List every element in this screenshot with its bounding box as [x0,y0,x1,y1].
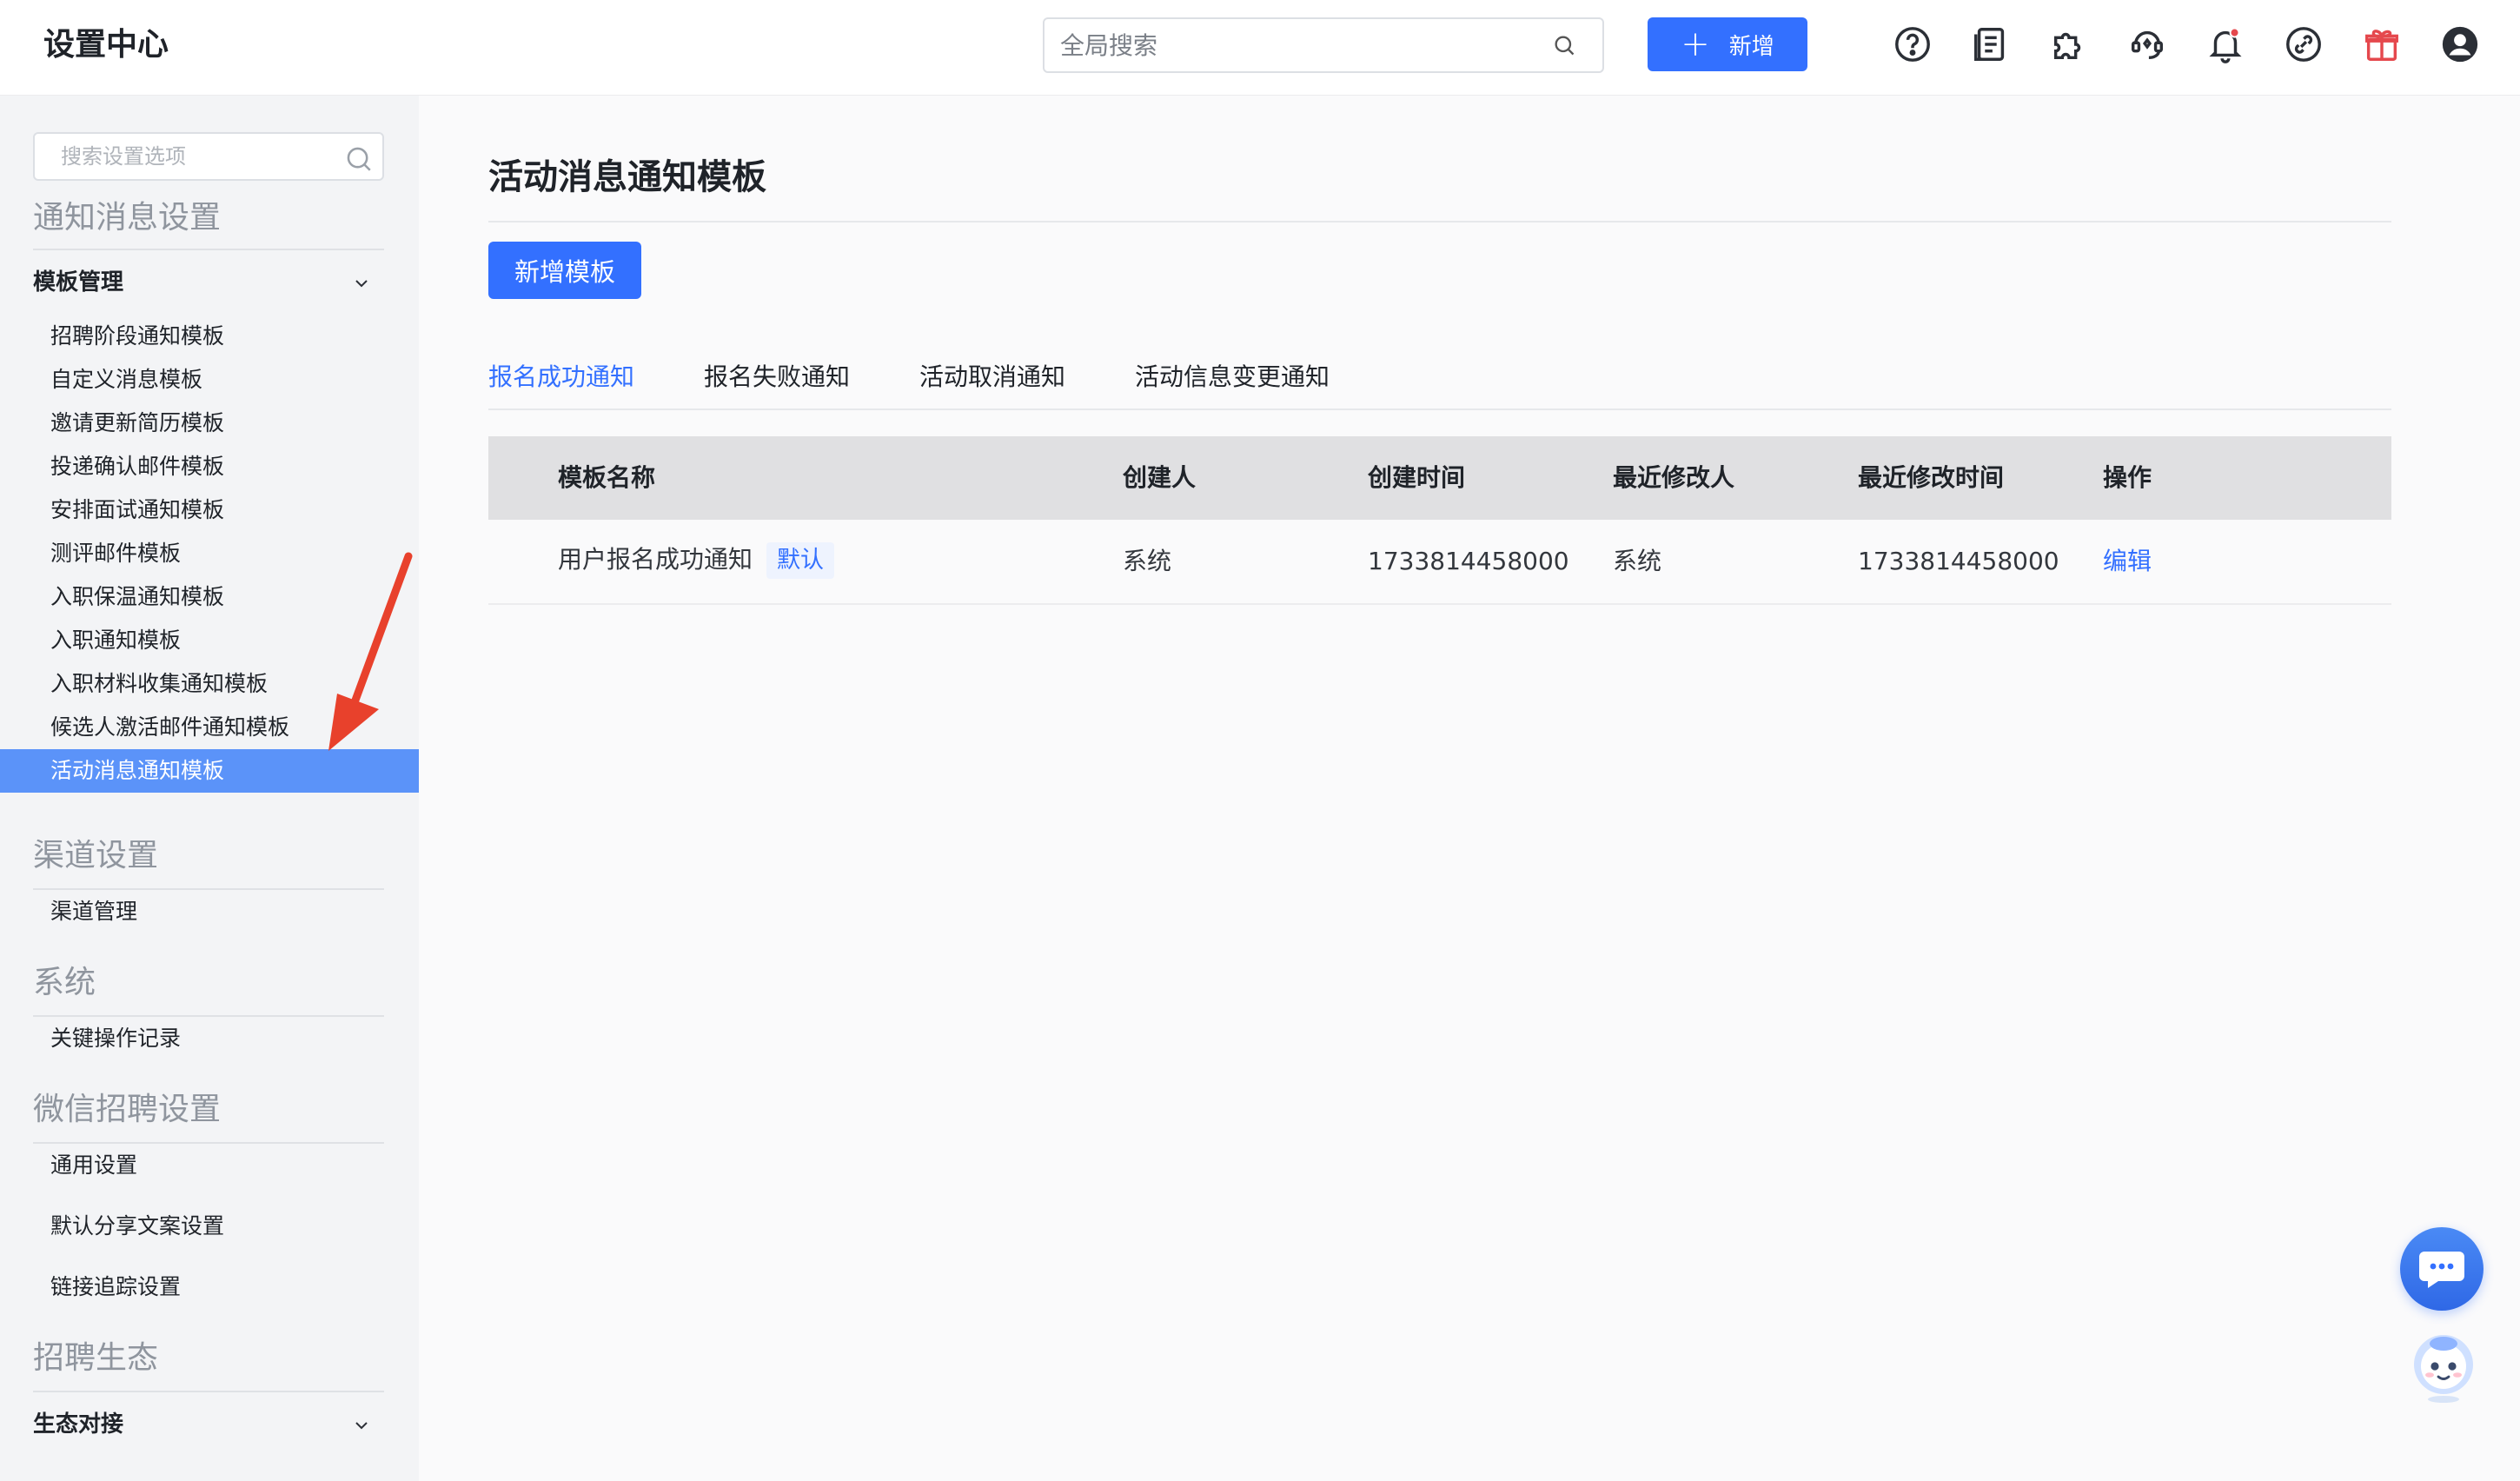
column-header-modifier: 最近修改人 [1613,463,1735,492]
chat-bubble-icon [2419,1252,2464,1288]
chevron-down-icon [355,1422,368,1430]
default-badge: 默认 [766,542,835,579]
divider [488,221,2391,222]
sidebar-item-recruit-stage[interactable]: 招聘阶段通知模板 [0,315,419,358]
column-header-creator: 创建人 [1123,463,1197,492]
user-avatar-icon[interactable] [2438,23,2482,66]
add-new-button[interactable]: + 新增 [1648,17,1807,71]
template-management-label: 模板管理 [33,269,124,296]
global-search-box[interactable] [1043,17,1604,73]
ecosystem-integration-toggle[interactable]: 生态对接 [33,1403,384,1446]
add-new-label: 新增 [1728,33,1774,60]
group-title-system: 系统 [33,965,96,1000]
group-title-channel: 渠道设置 [33,838,159,873]
column-header-action: 操作 [2103,463,2152,492]
divider [33,249,384,250]
annotation-arrow-icon [328,552,413,751]
tab-signup-failure[interactable]: 报名失败通知 [704,353,850,402]
group-title-wechat: 微信招聘设置 [33,1092,222,1127]
sidebar-item-update-resume[interactable]: 邀请更新简历模板 [0,402,419,445]
template-management-toggle[interactable]: 模板管理 [33,261,384,304]
group-title-ecosystem: 招聘生态 [33,1340,159,1376]
puzzle-icon[interactable] [2047,23,2091,66]
app-title: 设置中心 [43,27,169,63]
sidebar-item-key-operation-log[interactable]: 关键操作记录 [0,1017,419,1060]
tab-activity-change[interactable]: 活动信息变更通知 [1135,353,1330,402]
column-header-modified-at: 最近修改时间 [1858,463,2005,492]
cell-modified-at: 1733814458000 [1858,547,2059,575]
sidebar-item-general-settings[interactable]: 通用设置 [0,1144,419,1187]
table-header: 模板名称 创建人 创建时间 最近修改人 最近修改时间 操作 [488,436,2391,520]
cell-modifier: 系统 [1613,547,1662,575]
tab-signup-success[interactable]: 报名成功通知 [488,353,634,402]
divider [33,1391,384,1392]
column-header-created-at: 创建时间 [1368,463,1466,492]
sidebar-search-box[interactable] [33,132,384,181]
assistant-robot-icon[interactable] [2409,1330,2478,1405]
chevron-down-icon [355,280,368,288]
sidebar-item-interview-notice[interactable]: 安排面试通知模板 [0,488,419,532]
settings-sidebar: 通知消息设置 模板管理 招聘阶段通知模板 自定义消息模板 邀请更新简历模板 投递… [0,96,419,1481]
sidebar-item-delivery-confirm[interactable]: 投递确认邮件模板 [0,445,419,488]
link-icon[interactable] [2282,23,2325,66]
sidebar-item-channel-management[interactable]: 渠道管理 [0,890,419,933]
add-template-button[interactable]: 新增模板 [488,242,641,299]
top-header: 设置中心 + 新增 [0,0,2520,96]
document-icon[interactable] [1969,23,2013,66]
notification-bell-icon[interactable] [2204,23,2247,66]
template-name-text: 用户报名成功通知 [558,545,753,574]
page-title: 活动消息通知模板 [488,157,766,197]
cell-creator: 系统 [1123,547,1172,575]
tab-activity-cancel[interactable]: 活动取消通知 [919,353,1065,402]
sidebar-item-custom-message[interactable]: 自定义消息模板 [0,358,419,402]
sidebar-item-link-tracking[interactable]: 链接追踪设置 [0,1265,419,1309]
cell-template-name: 用户报名成功通知 默认 [558,542,835,579]
group-title-notification: 通知消息设置 [33,200,222,236]
sidebar-search-input[interactable] [61,134,339,179]
search-icon[interactable] [344,144,374,174]
gift-icon[interactable] [2360,23,2404,66]
plus-icon: + [1681,24,1710,64]
chat-support-button[interactable] [2400,1227,2484,1311]
notification-tabs: 报名成功通知 报名失败通知 活动取消通知 活动信息变更通知 [488,353,2391,410]
table-row: 用户报名成功通知 默认 系统 1733814458000 系统 173381445… [488,520,2391,605]
edit-link[interactable]: 编辑 [2103,544,2152,579]
cell-created-at: 1733814458000 [1368,547,1569,575]
ecosystem-integration-label: 生态对接 [33,1411,124,1438]
sidebar-item-share-copy[interactable]: 默认分享文案设置 [0,1205,419,1248]
search-icon[interactable] [1552,33,1576,57]
help-icon[interactable] [1891,23,1934,66]
global-search-input[interactable] [1060,19,1547,71]
support-icon[interactable] [2125,23,2169,66]
column-header-name: 模板名称 [558,463,656,492]
